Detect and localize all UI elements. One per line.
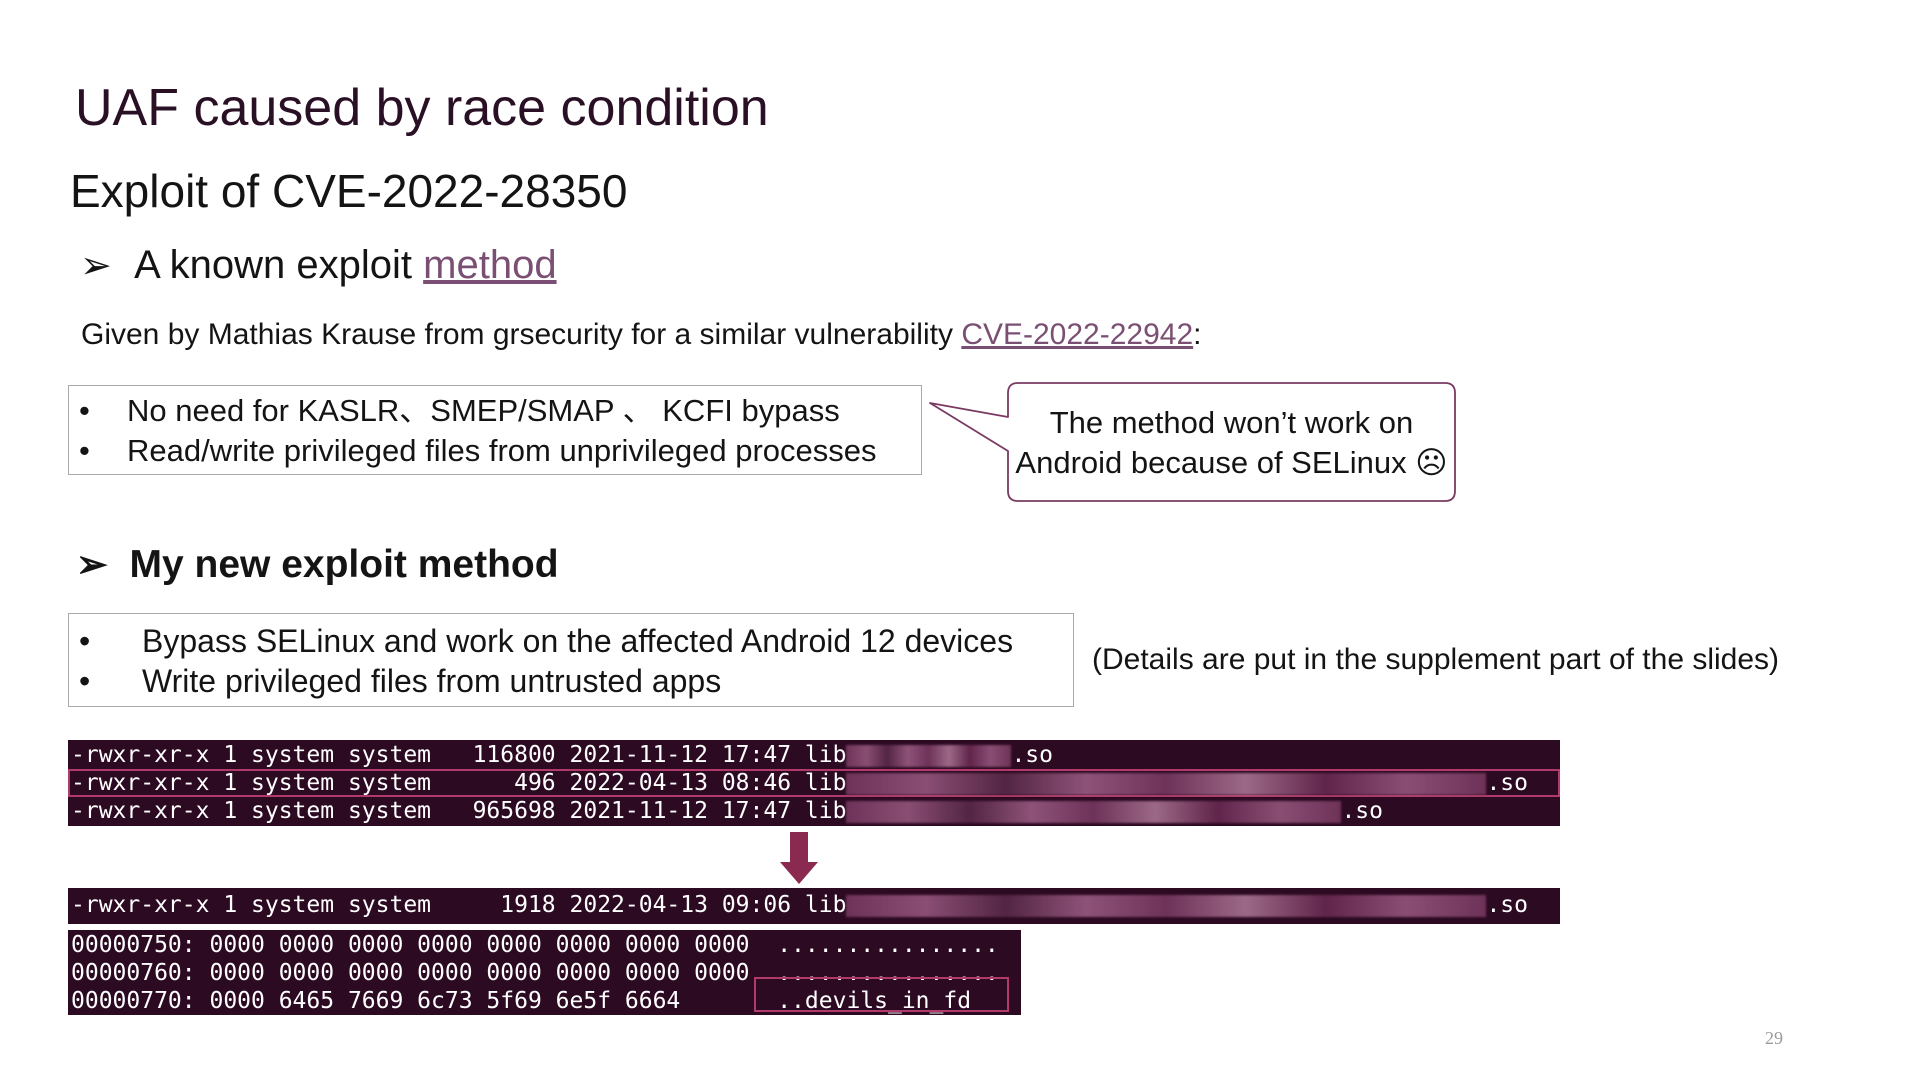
file-listing: -rwxr-xr-x 1 system system 1918 2022-04-… bbox=[71, 892, 847, 918]
callout-text: The method won’t work on Android because… bbox=[970, 403, 1455, 483]
bullet-dot: • bbox=[79, 433, 90, 468]
page-number: 29 bbox=[1765, 1028, 1783, 1048]
hexdump-terminal: 00000750: 0000 0000 0000 0000 0000 0000 … bbox=[68, 930, 1021, 1015]
list-item: • Bypass SELinux and work on the affected… bbox=[69, 621, 1073, 661]
given-by-line: Given by Mathias Krause from grsecurity … bbox=[81, 318, 1201, 352]
list-item: • Write privileged files from untrusted a… bbox=[69, 661, 1073, 701]
file-listing: -rwxr-xr-x 1 system system 116800 2021-1… bbox=[71, 742, 847, 768]
list-item: • No need for KASLR、SMEP/SMAP 、 KCFI bypa… bbox=[69, 391, 921, 431]
bullet-text: Bypass SELinux and work on the affected … bbox=[142, 623, 1014, 659]
known-bullet-list: • No need for KASLR、SMEP/SMAP 、 KCFI bypa… bbox=[69, 386, 921, 471]
file-listing: -rwxr-xr-x 1 system system 496 2022-04-1… bbox=[71, 770, 847, 796]
bullet-text: Read/write privileged files from unprivi… bbox=[127, 433, 877, 468]
terminal-line: -rwxr-xr-x 1 system system 116800 2021-1… bbox=[68, 741, 1560, 769]
terminal-line: -rwxr-xr-x 1 system system 965698 2021-1… bbox=[68, 797, 1560, 825]
new-method-box: • Bypass SELinux and work on the affected… bbox=[68, 613, 1074, 707]
details-note: (Details are put in the supplement part … bbox=[1092, 643, 1780, 676]
terminal-before: -rwxr-xr-x 1 system system 116800 2021-1… bbox=[68, 740, 1560, 826]
new-heading-text: My new exploit method bbox=[129, 543, 559, 586]
file-suffix: .so bbox=[1011, 742, 1053, 768]
given-by-text: Given by Mathias Krause from grsecurity … bbox=[81, 318, 962, 351]
terminal-after: -rwxr-xr-x 1 system system 1918 2022-04-… bbox=[68, 888, 1560, 924]
bullet-text: Write privileged files from untrusted ap… bbox=[142, 663, 722, 699]
selinux-callout: The method won’t work on Android because… bbox=[929, 382, 1456, 502]
terminal-line-highlighted: -rwxr-xr-x 1 system system 496 2022-04-1… bbox=[68, 769, 1560, 797]
new-bullet-list: • Bypass SELinux and work on the affected… bbox=[69, 614, 1073, 701]
hexdump-line: 00000750: 0000 0000 0000 0000 0000 0000 … bbox=[71, 932, 999, 958]
method-link[interactable]: method bbox=[423, 243, 556, 287]
file-suffix: .so bbox=[1341, 798, 1383, 824]
known-method-heading: ➢ A known exploit method bbox=[80, 243, 557, 288]
given-by-suffix: : bbox=[1193, 318, 1202, 351]
known-heading-text: A known exploit bbox=[134, 243, 424, 287]
arrow-bullet-icon: ➢ bbox=[76, 544, 108, 586]
list-item: • Read/write privileged files from unpriv… bbox=[69, 431, 921, 471]
callout-line-1: The method won’t work on bbox=[1049, 405, 1414, 440]
file-suffix: .so bbox=[1486, 892, 1528, 918]
new-method-heading: ➢ My new exploit method bbox=[76, 542, 559, 587]
bullet-dot: • bbox=[79, 623, 91, 659]
known-method-box: • No need for KASLR、SMEP/SMAP 、 KCFI bypa… bbox=[68, 385, 922, 475]
arrow-down-icon bbox=[780, 832, 818, 884]
slide-subtitle: Exploit of CVE-2022-28350 bbox=[70, 165, 628, 217]
bullet-dot: • bbox=[79, 393, 90, 428]
redacted-filename bbox=[846, 894, 1487, 917]
redacted-filename bbox=[846, 800, 1342, 823]
bullet-dot: • bbox=[79, 663, 91, 699]
cve-link[interactable]: CVE-2022-22942 bbox=[961, 318, 1193, 351]
devils-in-fd-highlight bbox=[754, 977, 1009, 1012]
redacted-filename bbox=[846, 772, 1487, 795]
file-suffix: .so bbox=[1486, 770, 1528, 796]
slide-title: UAF caused by race condition bbox=[75, 79, 769, 137]
arrow-bullet-icon: ➢ bbox=[80, 245, 112, 287]
redacted-filename bbox=[846, 744, 1012, 767]
bullet-text: No need for KASLR、SMEP/SMAP 、 KCFI bypas… bbox=[127, 393, 840, 428]
terminal-line: -rwxr-xr-x 1 system system 1918 2022-04-… bbox=[68, 888, 1560, 922]
callout-line-2: Android because of SELinux ☹ bbox=[1015, 445, 1448, 480]
file-listing: -rwxr-xr-x 1 system system 965698 2021-1… bbox=[71, 798, 847, 824]
